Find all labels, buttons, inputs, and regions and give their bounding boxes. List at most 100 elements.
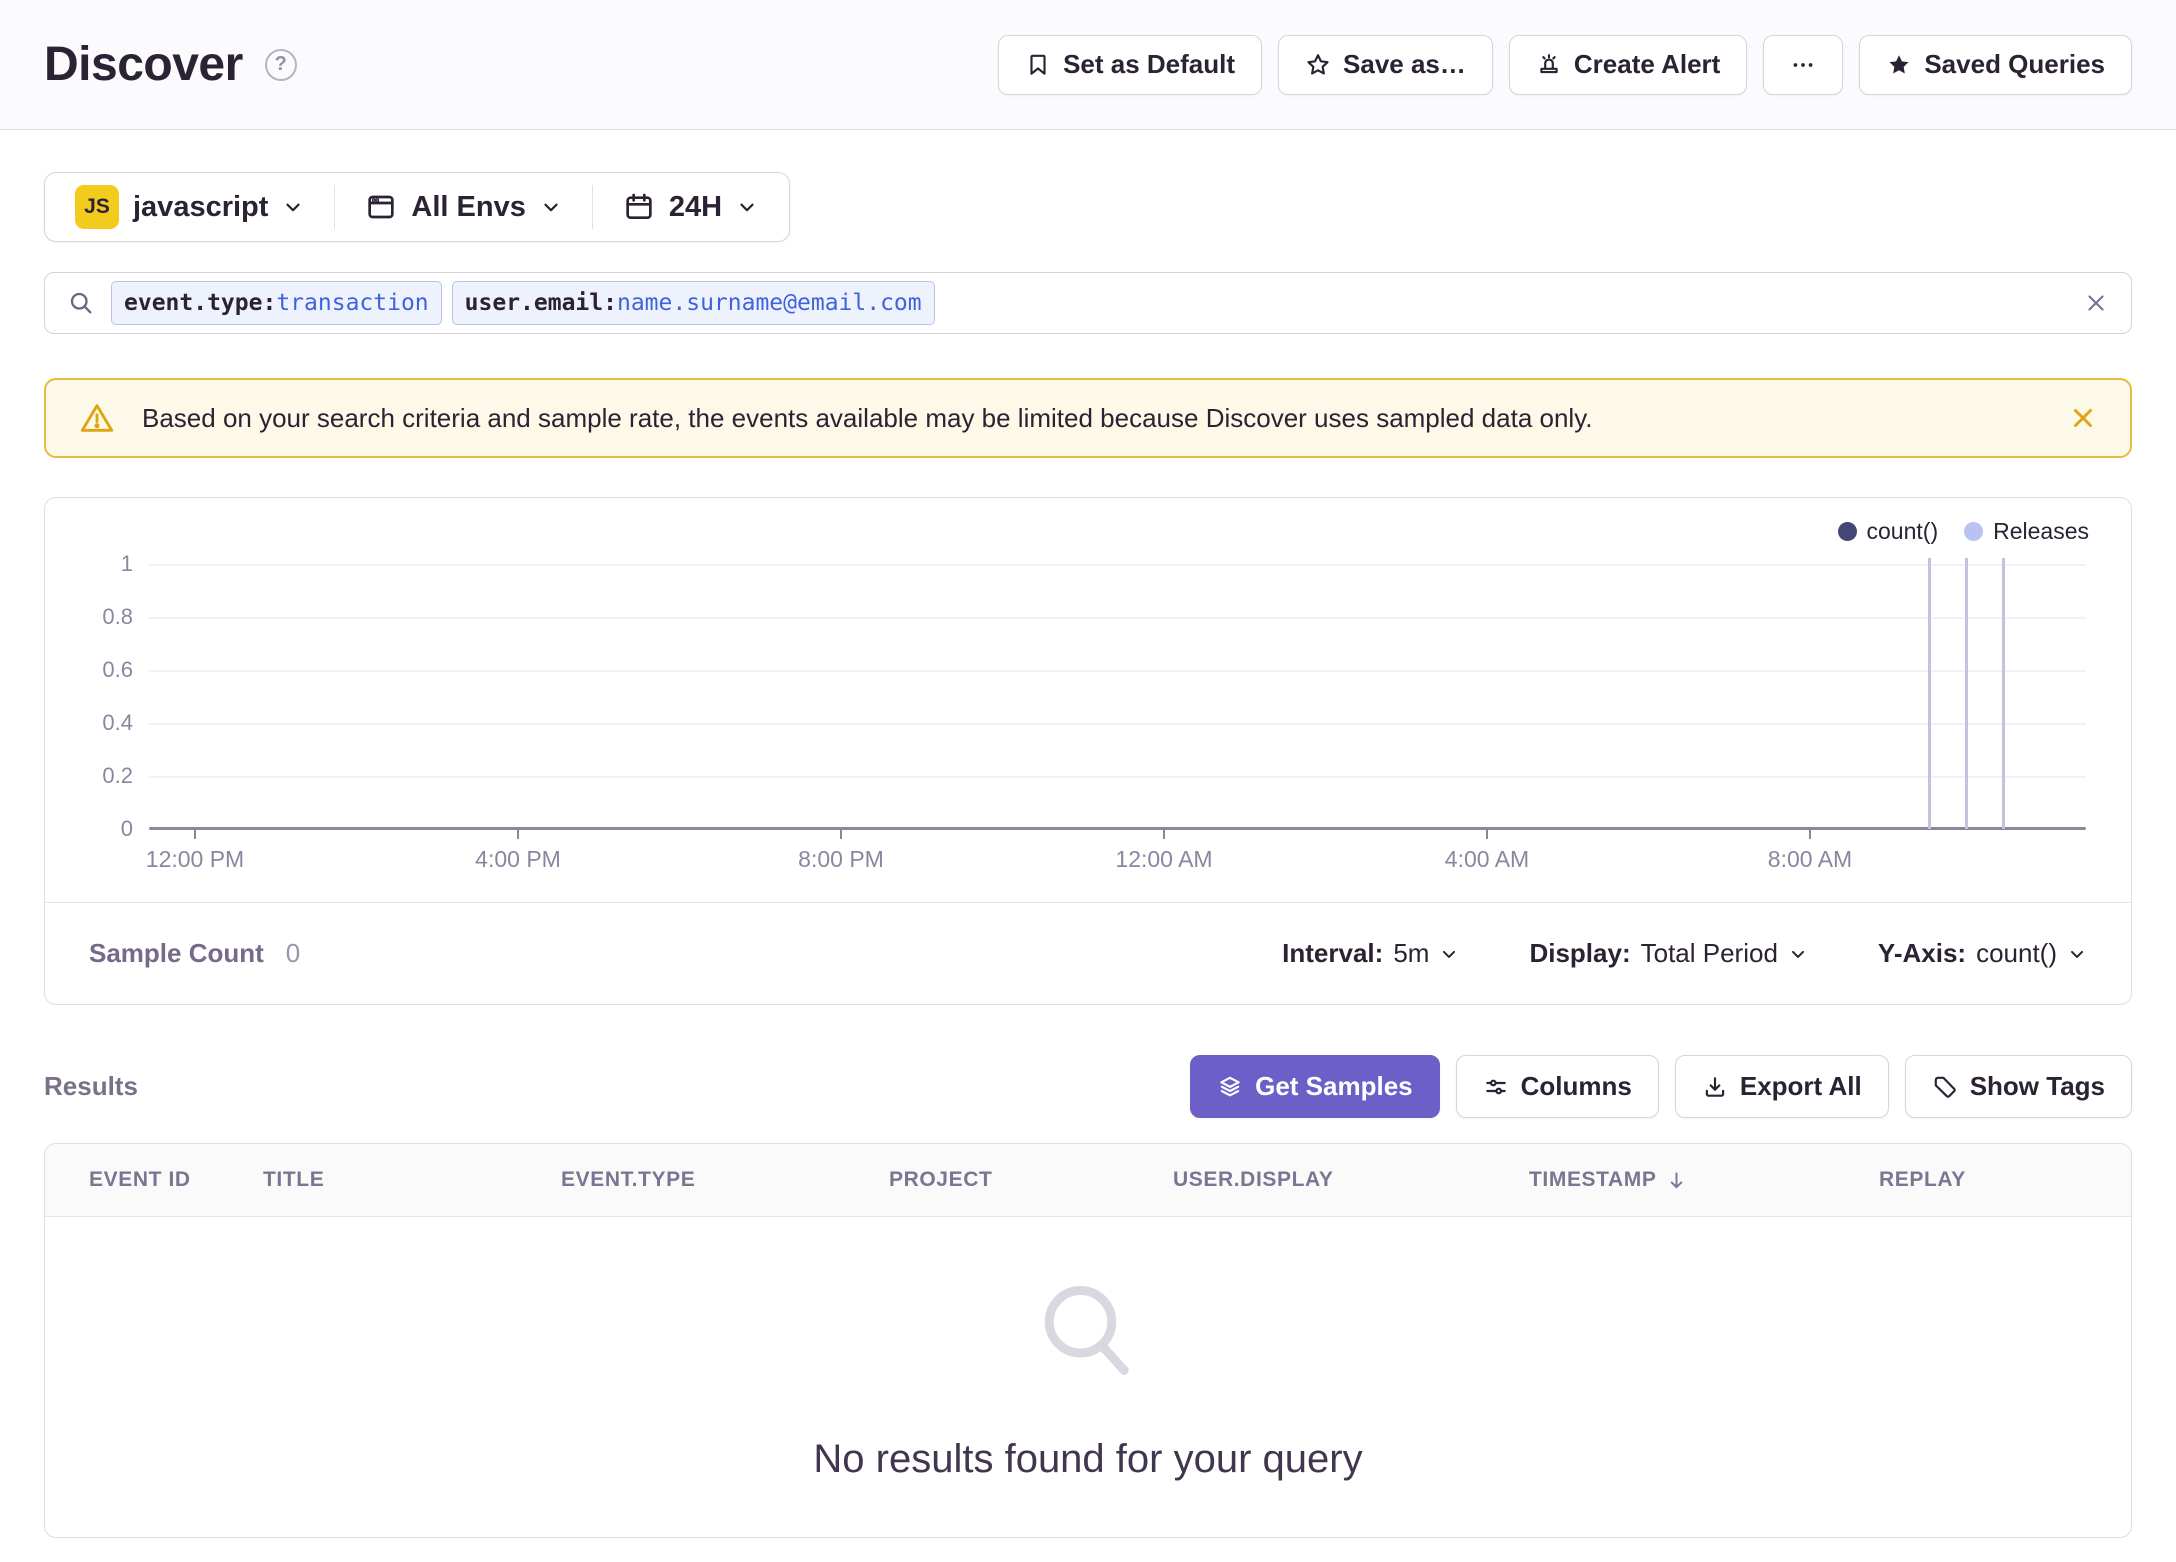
get-samples-button[interactable]: Get Samples xyxy=(1190,1055,1440,1118)
count-series-dot-icon xyxy=(1837,522,1857,541)
gridline xyxy=(149,776,2086,778)
environment-filter-dropdown[interactable]: All Envs xyxy=(335,173,591,241)
x-axis-tick xyxy=(517,829,519,839)
interval-value: 5m xyxy=(1393,938,1430,968)
empty-state-message: No results found for your query xyxy=(813,1436,1363,1481)
y-axis-label: Y-Axis: xyxy=(1877,938,1967,968)
export-all-button[interactable]: Export All xyxy=(1674,1055,1889,1118)
chevron-down-icon xyxy=(540,196,562,218)
column-header-event-id[interactable]: EVENT ID xyxy=(89,1168,263,1192)
token-key: event.type: xyxy=(124,290,277,316)
column-header-replay[interactable]: REPLAY xyxy=(1879,1168,2131,1192)
legend-item-releases[interactable]: Releases xyxy=(1964,518,2089,545)
search-bar[interactable]: event.type: transaction user.email: name.s… xyxy=(44,272,2132,334)
gridline xyxy=(149,564,2086,566)
title-wrap: Discover ? xyxy=(44,37,297,92)
create-alert-button[interactable]: Create Alert xyxy=(1508,34,1748,95)
sampled-data-warning-banner: Based on your search criteria and sample… xyxy=(44,378,2132,458)
column-header-project[interactable]: PROJECT xyxy=(889,1168,1173,1192)
environment-filter-label: All Envs xyxy=(411,190,526,223)
search-token-user-email[interactable]: user.email: name.surname@email.com xyxy=(451,281,935,325)
results-heading: Results xyxy=(44,1071,138,1101)
date-range-label: 24H xyxy=(668,190,723,223)
display-value: Total Period xyxy=(1640,938,1778,968)
page-filter-bar: JS javascript All Envs 24H xyxy=(44,172,790,242)
create-alert-label: Create Alert xyxy=(1573,49,1721,79)
results-table-header: EVENT ID TITLE EVENT.TYPE PROJECT USER.D… xyxy=(45,1144,2131,1217)
saved-queries-button[interactable]: Saved Queries xyxy=(1859,34,2132,95)
export-all-label: Export All xyxy=(1739,1071,1862,1101)
gridline xyxy=(149,723,2086,725)
y-axis-tick-label: 0 xyxy=(120,816,133,841)
search-input[interactable]: event.type: transaction user.email: name.s… xyxy=(111,281,2067,325)
save-as-label: Save as… xyxy=(1343,49,1466,79)
column-label: EVENT ID xyxy=(89,1168,191,1191)
show-tags-button[interactable]: Show Tags xyxy=(1904,1055,2132,1118)
legend-releases-label: Releases xyxy=(1993,518,2089,544)
legend-item-count[interactable]: count() xyxy=(1837,518,1939,545)
token-key: user.email: xyxy=(464,290,617,316)
token-value: transaction xyxy=(276,290,429,316)
banner-close-icon[interactable] xyxy=(2068,403,2098,433)
empty-state-magnifier-icon xyxy=(1028,1273,1148,1393)
column-header-title[interactable]: TITLE xyxy=(263,1168,561,1192)
chart-legend: count() Releases xyxy=(1837,518,2089,545)
sample-count-value: 0 xyxy=(285,938,301,968)
y-axis-dropdown[interactable]: Y-Axis: count() xyxy=(1878,938,2087,969)
events-chart-panel: count() Releases 1 0.8 0.6 0.4 0.2 0 12:… xyxy=(44,497,2132,1005)
chart-plot-area: 12:00 PM 4:00 PM 8:00 PM 12:00 AM 4:00 A… xyxy=(146,558,2086,872)
column-header-timestamp[interactable]: TIMESTAMP xyxy=(1529,1168,1879,1192)
chevron-down-icon xyxy=(2067,944,2087,964)
column-header-user-display[interactable]: USER.DISPLAY xyxy=(1173,1168,1529,1192)
column-label: PROJECT xyxy=(889,1168,993,1191)
js-badge-text: JS xyxy=(84,195,110,218)
x-axis-line xyxy=(149,827,2086,830)
project-filter-dropdown[interactable]: JS javascript xyxy=(45,173,334,241)
column-label: TIMESTAMP xyxy=(1529,1168,1657,1191)
chart-footer: Sample Count 0 Interval: 5m Display: Tot… xyxy=(45,902,2131,1004)
bookmark-icon xyxy=(1025,52,1051,78)
y-axis-tick-label: 1 xyxy=(120,551,133,576)
help-icon[interactable]: ? xyxy=(264,48,297,81)
calendar-icon xyxy=(623,191,655,223)
release-marker-line[interactable] xyxy=(2002,558,2005,829)
x-axis-tick-label: 12:00 PM xyxy=(145,846,245,872)
release-marker-line[interactable] xyxy=(1928,558,1931,829)
x-axis-tick-label: 8:00 AM xyxy=(1767,846,1853,872)
sliders-icon xyxy=(1483,1074,1509,1100)
x-axis-tick xyxy=(1809,829,1811,839)
download-icon xyxy=(1702,1074,1728,1100)
chevron-down-icon xyxy=(736,196,758,218)
save-as-button[interactable]: Save as… xyxy=(1278,34,1493,95)
results-buttons: Get Samples Columns Export All Show Tags xyxy=(1190,1055,2132,1118)
token-value: name.surname@email.com xyxy=(616,290,922,316)
release-marker-line[interactable] xyxy=(1965,558,1968,829)
top-bar: Discover ? Set as Default Save as… Creat… xyxy=(0,0,2176,130)
display-dropdown[interactable]: Display: Total Period xyxy=(1529,938,1807,969)
javascript-platform-icon: JS xyxy=(75,185,119,229)
clear-search-icon[interactable] xyxy=(2083,290,2109,316)
search-token-event-type[interactable]: event.type: transaction xyxy=(111,281,442,325)
interval-dropdown[interactable]: Interval: 5m xyxy=(1282,938,1459,969)
x-axis-tick xyxy=(194,829,196,839)
y-axis-tick-label: 0.4 xyxy=(102,710,133,735)
columns-button[interactable]: Columns xyxy=(1455,1055,1659,1118)
set-as-default-button[interactable]: Set as Default xyxy=(998,34,1263,95)
chevron-down-icon xyxy=(1788,944,1808,964)
window-icon xyxy=(365,191,397,223)
legend-count-label: count() xyxy=(1866,518,1939,544)
column-label: USER.DISPLAY xyxy=(1173,1168,1334,1191)
sample-count: Sample Count 0 xyxy=(89,938,300,969)
x-axis-tick xyxy=(1486,829,1488,839)
column-label: EVENT.TYPE xyxy=(561,1168,696,1191)
date-range-dropdown[interactable]: 24H xyxy=(593,173,788,241)
show-tags-label: Show Tags xyxy=(1969,1071,2105,1101)
get-samples-label: Get Samples xyxy=(1255,1071,1413,1101)
more-options-button[interactable] xyxy=(1763,34,1844,95)
chevron-down-icon xyxy=(1439,944,1459,964)
x-axis-tick-label: 12:00 AM xyxy=(1115,846,1213,872)
column-label: REPLAY xyxy=(1879,1168,1966,1191)
column-header-event-type[interactable]: EVENT.TYPE xyxy=(561,1168,889,1192)
warning-triangle-icon xyxy=(78,399,116,437)
y-axis-value: count() xyxy=(1976,938,2057,968)
